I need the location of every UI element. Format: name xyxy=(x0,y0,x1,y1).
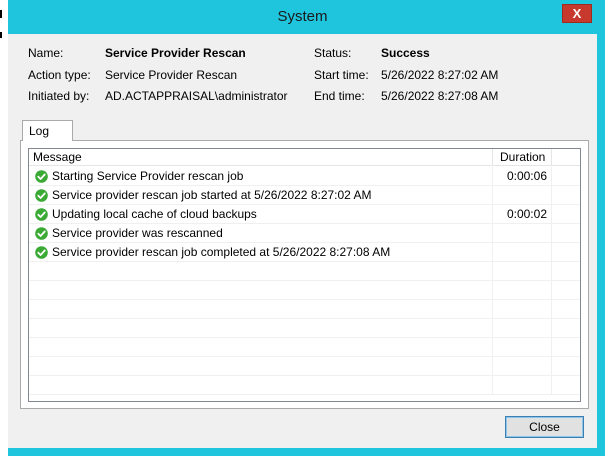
table-row xyxy=(29,319,580,338)
success-check-icon xyxy=(35,208,48,221)
duration-cell xyxy=(493,338,552,357)
table-row[interactable]: Service provider rescan job completed at… xyxy=(29,243,580,262)
action-type-label: Action type: xyxy=(28,68,91,82)
message-cell xyxy=(29,262,493,281)
name-label: Name: xyxy=(28,46,64,60)
message-cell xyxy=(29,357,493,376)
end-time-label: End time: xyxy=(314,89,365,103)
left-window-edge xyxy=(0,0,8,456)
log-message-text: Updating local cache of cloud backups xyxy=(52,207,257,221)
status-value: Success xyxy=(381,46,430,60)
log-message-text: Service provider rescan job started at 5… xyxy=(52,188,372,202)
duration-cell: 0:00:02 xyxy=(493,205,552,224)
title-bar[interactable]: System X xyxy=(0,0,605,34)
start-time-label: Start time: xyxy=(314,68,369,82)
message-cell: Service provider was rescanned xyxy=(29,224,493,243)
table-row xyxy=(29,300,580,319)
duration-cell: 0:00:06 xyxy=(493,167,552,186)
table-row xyxy=(29,376,580,395)
log-message-text: Service provider rescan job completed at… xyxy=(52,245,391,259)
duration-cell xyxy=(493,243,552,262)
name-value: Service Provider Rescan xyxy=(105,46,246,60)
duration-cell xyxy=(493,224,552,243)
duration-cell xyxy=(493,300,552,319)
table-row xyxy=(29,281,580,300)
message-cell xyxy=(29,319,493,338)
duration-cell xyxy=(493,262,552,281)
table-row[interactable]: Starting Service Provider rescan job 0:00… xyxy=(29,167,580,186)
window-close-button[interactable]: X xyxy=(562,4,592,23)
message-cell: Starting Service Provider rescan job xyxy=(29,167,493,186)
initiated-by-label: Initiated by: xyxy=(28,89,90,103)
start-time-value: 5/26/2022 8:27:02 AM xyxy=(381,68,499,82)
end-time-value: 5/26/2022 8:27:08 AM xyxy=(381,89,499,103)
edge-mark xyxy=(0,10,2,18)
log-message-text: Starting Service Provider rescan job xyxy=(52,169,244,183)
message-cell xyxy=(29,376,493,395)
log-list-header: Message Duration xyxy=(29,149,580,166)
duration-cell xyxy=(493,357,552,376)
message-cell xyxy=(29,281,493,300)
edge-mark xyxy=(0,32,2,38)
column-header-duration[interactable]: Duration xyxy=(493,149,552,166)
success-check-icon xyxy=(35,246,48,259)
column-header-message[interactable]: Message xyxy=(29,149,493,166)
table-row xyxy=(29,357,580,376)
table-row xyxy=(29,338,580,357)
duration-cell xyxy=(493,281,552,300)
success-check-icon xyxy=(35,170,48,183)
duration-cell xyxy=(493,376,552,395)
duration-cell xyxy=(493,319,552,338)
duration-cell xyxy=(493,186,552,205)
status-label: Status: xyxy=(314,46,352,60)
table-row[interactable]: Service provider rescan job started at 5… xyxy=(29,186,580,205)
log-message-text: Service provider was rescanned xyxy=(52,226,223,240)
message-cell: Service provider rescan job started at 5… xyxy=(29,186,493,205)
tab-log-label: Log xyxy=(29,124,50,138)
message-cell xyxy=(29,338,493,357)
success-check-icon xyxy=(35,189,48,202)
log-list[interactable]: Message Duration Starting Service Provid… xyxy=(28,148,581,402)
table-row[interactable]: Updating local cache of cloud backups 0:0… xyxy=(29,205,580,224)
close-button[interactable]: Close xyxy=(505,416,584,438)
table-row[interactable]: Service provider was rescanned xyxy=(29,224,580,243)
dialog-body: Name: Service Provider Rescan Action typ… xyxy=(8,34,597,448)
initiated-by-value: AD.ACTAPPRAISAL\administrator xyxy=(105,89,288,103)
tab-log[interactable]: Log xyxy=(22,120,73,141)
message-cell: Updating local cache of cloud backups xyxy=(29,205,493,224)
dialog-window: System X Name: Service Provider Rescan A… xyxy=(0,0,605,456)
table-row xyxy=(29,262,580,281)
message-cell xyxy=(29,300,493,319)
success-check-icon xyxy=(35,227,48,240)
window-title: System xyxy=(277,8,328,25)
message-cell: Service provider rescan job completed at… xyxy=(29,243,493,262)
log-tab-panel: Message Duration Starting Service Provid… xyxy=(20,140,589,409)
action-type-value: Service Provider Rescan xyxy=(105,68,238,82)
